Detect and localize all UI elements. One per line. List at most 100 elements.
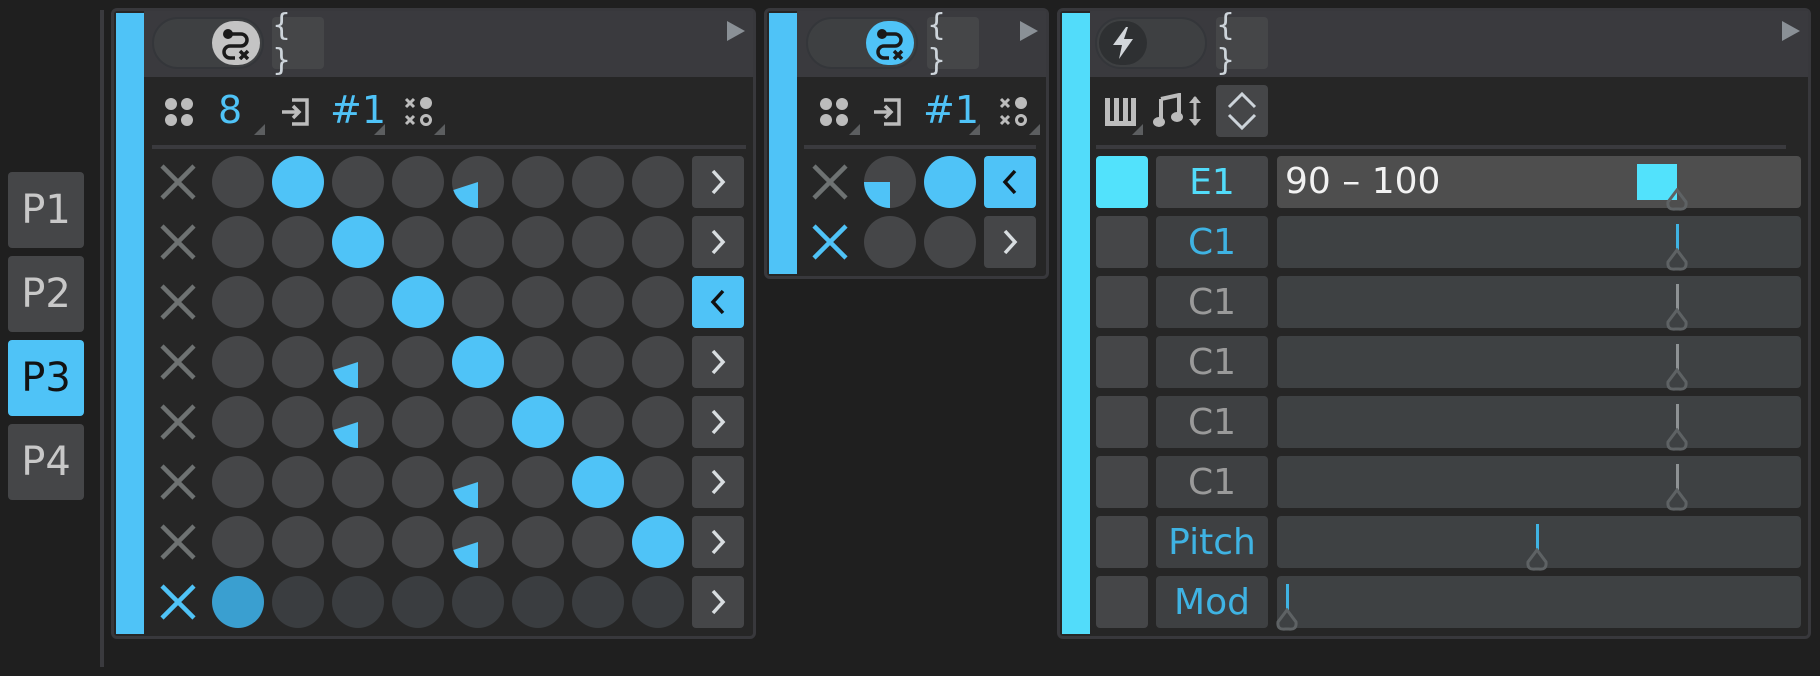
steps-value[interactable]: 8	[218, 88, 242, 132]
step-cell[interactable]	[572, 576, 624, 628]
lane-select-swatch[interactable]	[1096, 276, 1148, 328]
step-cell[interactable]	[512, 456, 564, 508]
lane-label[interactable]: C1	[1156, 216, 1268, 268]
step-cell[interactable]	[632, 516, 684, 568]
chevron-left-button[interactable]	[692, 276, 744, 328]
lane-slider[interactable]: 90 – 100	[1277, 156, 1801, 211]
step-cell[interactable]	[512, 396, 564, 448]
step-cell[interactable]	[272, 336, 324, 388]
clear-row-x-icon[interactable]	[152, 336, 204, 388]
clear-row-x-icon[interactable]	[152, 456, 204, 508]
chevron-right-button[interactable]	[692, 336, 744, 388]
step-cell[interactable]	[272, 516, 324, 568]
step-cell[interactable]	[632, 456, 684, 508]
step-cell[interactable]	[212, 336, 264, 388]
page-button-p2[interactable]: P2	[8, 256, 84, 332]
clear-row-x-icon[interactable]	[152, 516, 204, 568]
step-cell[interactable]	[452, 336, 504, 388]
step-cell[interactable]	[512, 156, 564, 208]
chevron-right-button[interactable]	[984, 216, 1036, 268]
page-button-p1[interactable]: P1	[8, 172, 84, 248]
xo-pattern-icon[interactable]	[404, 97, 434, 131]
lane-select-swatch[interactable]	[1096, 156, 1148, 208]
route-toggle[interactable]	[806, 17, 918, 69]
lane-label[interactable]: C1	[1156, 336, 1268, 388]
four-dots-icon[interactable]	[164, 97, 194, 131]
chevron-right-button[interactable]	[692, 396, 744, 448]
step-cell[interactable]	[392, 456, 444, 508]
step-cell[interactable]	[332, 396, 384, 448]
step-cell[interactable]	[632, 396, 684, 448]
note-updown-icon[interactable]	[1153, 92, 1203, 133]
step-cell[interactable]	[452, 156, 504, 208]
step-cell[interactable]	[392, 576, 444, 628]
lane-slider[interactable]	[1277, 336, 1801, 391]
step-cell[interactable]	[392, 276, 444, 328]
step-cell[interactable]	[212, 576, 264, 628]
step-cell[interactable]	[392, 336, 444, 388]
lane-select-swatch[interactable]	[1096, 576, 1148, 628]
chevron-up-down-button[interactable]	[1216, 85, 1268, 137]
slider-handle-icon[interactable]	[1275, 608, 1299, 632]
lane-label[interactable]: E1	[1156, 156, 1268, 208]
xo-pattern-icon[interactable]	[999, 97, 1029, 131]
lane-label[interactable]: C1	[1156, 456, 1268, 508]
braces-button[interactable]: { }	[272, 8, 324, 78]
clear-row-x-icon[interactable]	[152, 396, 204, 448]
step-cell[interactable]	[512, 576, 564, 628]
step-cell[interactable]	[572, 396, 624, 448]
step-cell[interactable]	[512, 216, 564, 268]
clear-row-x-icon[interactable]	[152, 576, 204, 628]
lane-select-swatch[interactable]	[1096, 456, 1148, 508]
step-cell[interactable]	[272, 456, 324, 508]
step-cell[interactable]	[452, 456, 504, 508]
step-cell[interactable]	[212, 456, 264, 508]
step-cell[interactable]	[272, 216, 324, 268]
step-cell[interactable]	[452, 216, 504, 268]
lane-select-swatch[interactable]	[1096, 396, 1148, 448]
step-cell[interactable]	[452, 396, 504, 448]
chevron-right-button[interactable]	[692, 516, 744, 568]
step-cell[interactable]	[392, 396, 444, 448]
lane-select-swatch[interactable]	[1096, 336, 1148, 388]
slider-handle-icon[interactable]	[1665, 248, 1689, 272]
step-cell[interactable]	[332, 576, 384, 628]
braces-button[interactable]: { }	[927, 8, 979, 78]
lane-slider[interactable]	[1277, 456, 1801, 511]
step-cell[interactable]	[924, 216, 976, 268]
lane-label[interactable]: Pitch	[1156, 516, 1268, 568]
enter-icon[interactable]	[280, 97, 310, 131]
step-cell[interactable]	[512, 516, 564, 568]
play-icon[interactable]	[1782, 21, 1800, 41]
enter-icon[interactable]	[872, 97, 902, 131]
step-cell[interactable]	[212, 396, 264, 448]
step-cell[interactable]	[572, 216, 624, 268]
step-cell[interactable]	[452, 276, 504, 328]
step-cell[interactable]	[512, 276, 564, 328]
step-cell[interactable]	[332, 516, 384, 568]
play-icon[interactable]	[1020, 21, 1038, 41]
step-cell[interactable]	[632, 576, 684, 628]
slider-handle-icon[interactable]	[1665, 428, 1689, 452]
step-cell[interactable]	[572, 516, 624, 568]
clear-row-x-icon[interactable]	[804, 216, 856, 268]
lane-label[interactable]: C1	[1156, 276, 1268, 328]
step-cell[interactable]	[864, 156, 916, 208]
step-cell[interactable]	[272, 276, 324, 328]
slider-handle-icon[interactable]	[1665, 188, 1689, 212]
slider-handle-icon[interactable]	[1665, 488, 1689, 512]
step-cell[interactable]	[332, 216, 384, 268]
step-cell[interactable]	[864, 216, 916, 268]
lane-slider[interactable]	[1276, 576, 1801, 631]
lane-label[interactable]: C1	[1156, 396, 1268, 448]
lane-select-swatch[interactable]	[1096, 216, 1148, 268]
page-button-p4[interactable]: P4	[8, 424, 84, 500]
step-cell[interactable]	[332, 336, 384, 388]
lane-slider[interactable]	[1277, 216, 1801, 271]
step-cell[interactable]	[632, 156, 684, 208]
step-cell[interactable]	[572, 276, 624, 328]
slider-handle-icon[interactable]	[1665, 308, 1689, 332]
step-cell[interactable]	[632, 216, 684, 268]
play-icon[interactable]	[727, 21, 745, 41]
step-cell[interactable]	[632, 336, 684, 388]
